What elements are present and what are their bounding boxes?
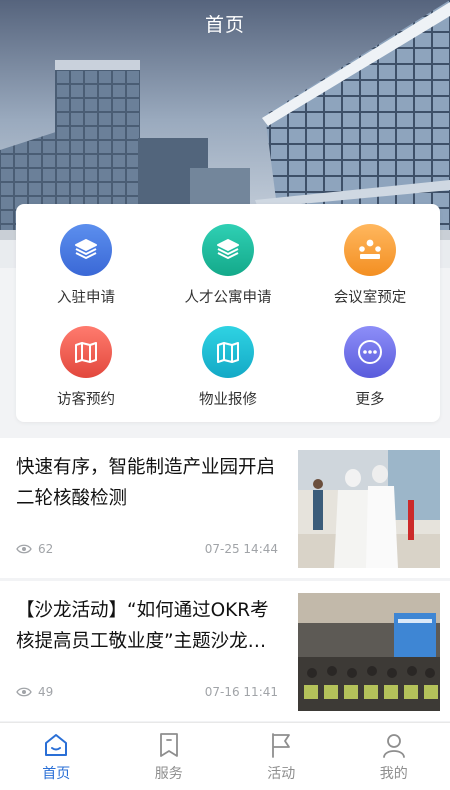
news-date: 07-25 14:44 [204, 542, 278, 556]
news-meta: 49 07-16 11:41 [16, 685, 278, 699]
menu-label: 人才公寓申请 [184, 290, 272, 306]
news-item[interactable]: 【沙龙活动】“如何通过OKR考核提高员工敬业度”主题沙龙活动 49 07-16 … [0, 581, 450, 721]
tab-label: 首页 [42, 766, 71, 782]
tab-home[interactable]: 首页 [0, 723, 113, 790]
tab-activities[interactable]: 活动 [225, 723, 338, 790]
bookmark-icon [159, 733, 178, 757]
news-title: 【沙龙活动】“如何通过OKR考核提高员工敬业度”主题沙龙活动 [16, 600, 269, 652]
meeting-icon [344, 224, 396, 276]
news-title: 快速有序，智能制造产业园开启二轮核酸检测 [16, 457, 276, 509]
layers-icon [60, 224, 112, 276]
news-item[interactable]: 快速有序，智能制造产业园开启二轮核酸检测 62 07-25 14:44 [0, 438, 450, 578]
eye-icon [16, 544, 32, 554]
view-count: 49 [38, 685, 54, 699]
menu-item-meeting-room[interactable]: 会议室预定 [300, 224, 440, 320]
menu-item-talent-apartment[interactable]: 人才公寓申请 [158, 224, 298, 320]
menu-label: 会议室预定 [333, 290, 407, 306]
menu-item-more[interactable]: 更多 [300, 326, 440, 422]
flag-icon [272, 733, 291, 758]
news-meta: 62 07-25 14:44 [16, 542, 278, 556]
tab-label: 服务 [154, 766, 183, 782]
view-count: 62 [38, 542, 54, 556]
menu-label: 物业报修 [199, 392, 257, 408]
menu-item-repair[interactable]: 物业报修 [158, 326, 298, 422]
quick-menu: 入驻申请 人才公寓申请 会议室预定 访客预约 物业报修 更多 [16, 204, 440, 422]
news-thumbnail [298, 593, 440, 711]
tab-mine[interactable]: 我的 [338, 723, 450, 790]
bottom-tab-bar: 首页 服务 活动 我的 [0, 722, 450, 790]
news-thumbnail [298, 450, 440, 568]
menu-label: 入驻申请 [57, 290, 115, 306]
eye-icon [16, 687, 32, 697]
tab-label: 活动 [267, 766, 296, 782]
tab-label: 我的 [379, 766, 408, 782]
page-title: 首页 [204, 14, 245, 36]
news-date: 07-16 11:41 [204, 685, 278, 699]
menu-item-settle-in[interactable]: 入驻申请 [16, 224, 156, 320]
home-icon [45, 734, 68, 756]
more-icon [344, 326, 396, 378]
menu-label: 更多 [355, 392, 385, 408]
user-icon [382, 734, 405, 758]
map-icon [202, 326, 254, 378]
layers-icon [202, 224, 254, 276]
tab-services[interactable]: 服务 [113, 723, 226, 790]
menu-label: 访客预约 [57, 392, 115, 408]
menu-item-visitor[interactable]: 访客预约 [16, 326, 156, 422]
map-icon [60, 326, 112, 378]
